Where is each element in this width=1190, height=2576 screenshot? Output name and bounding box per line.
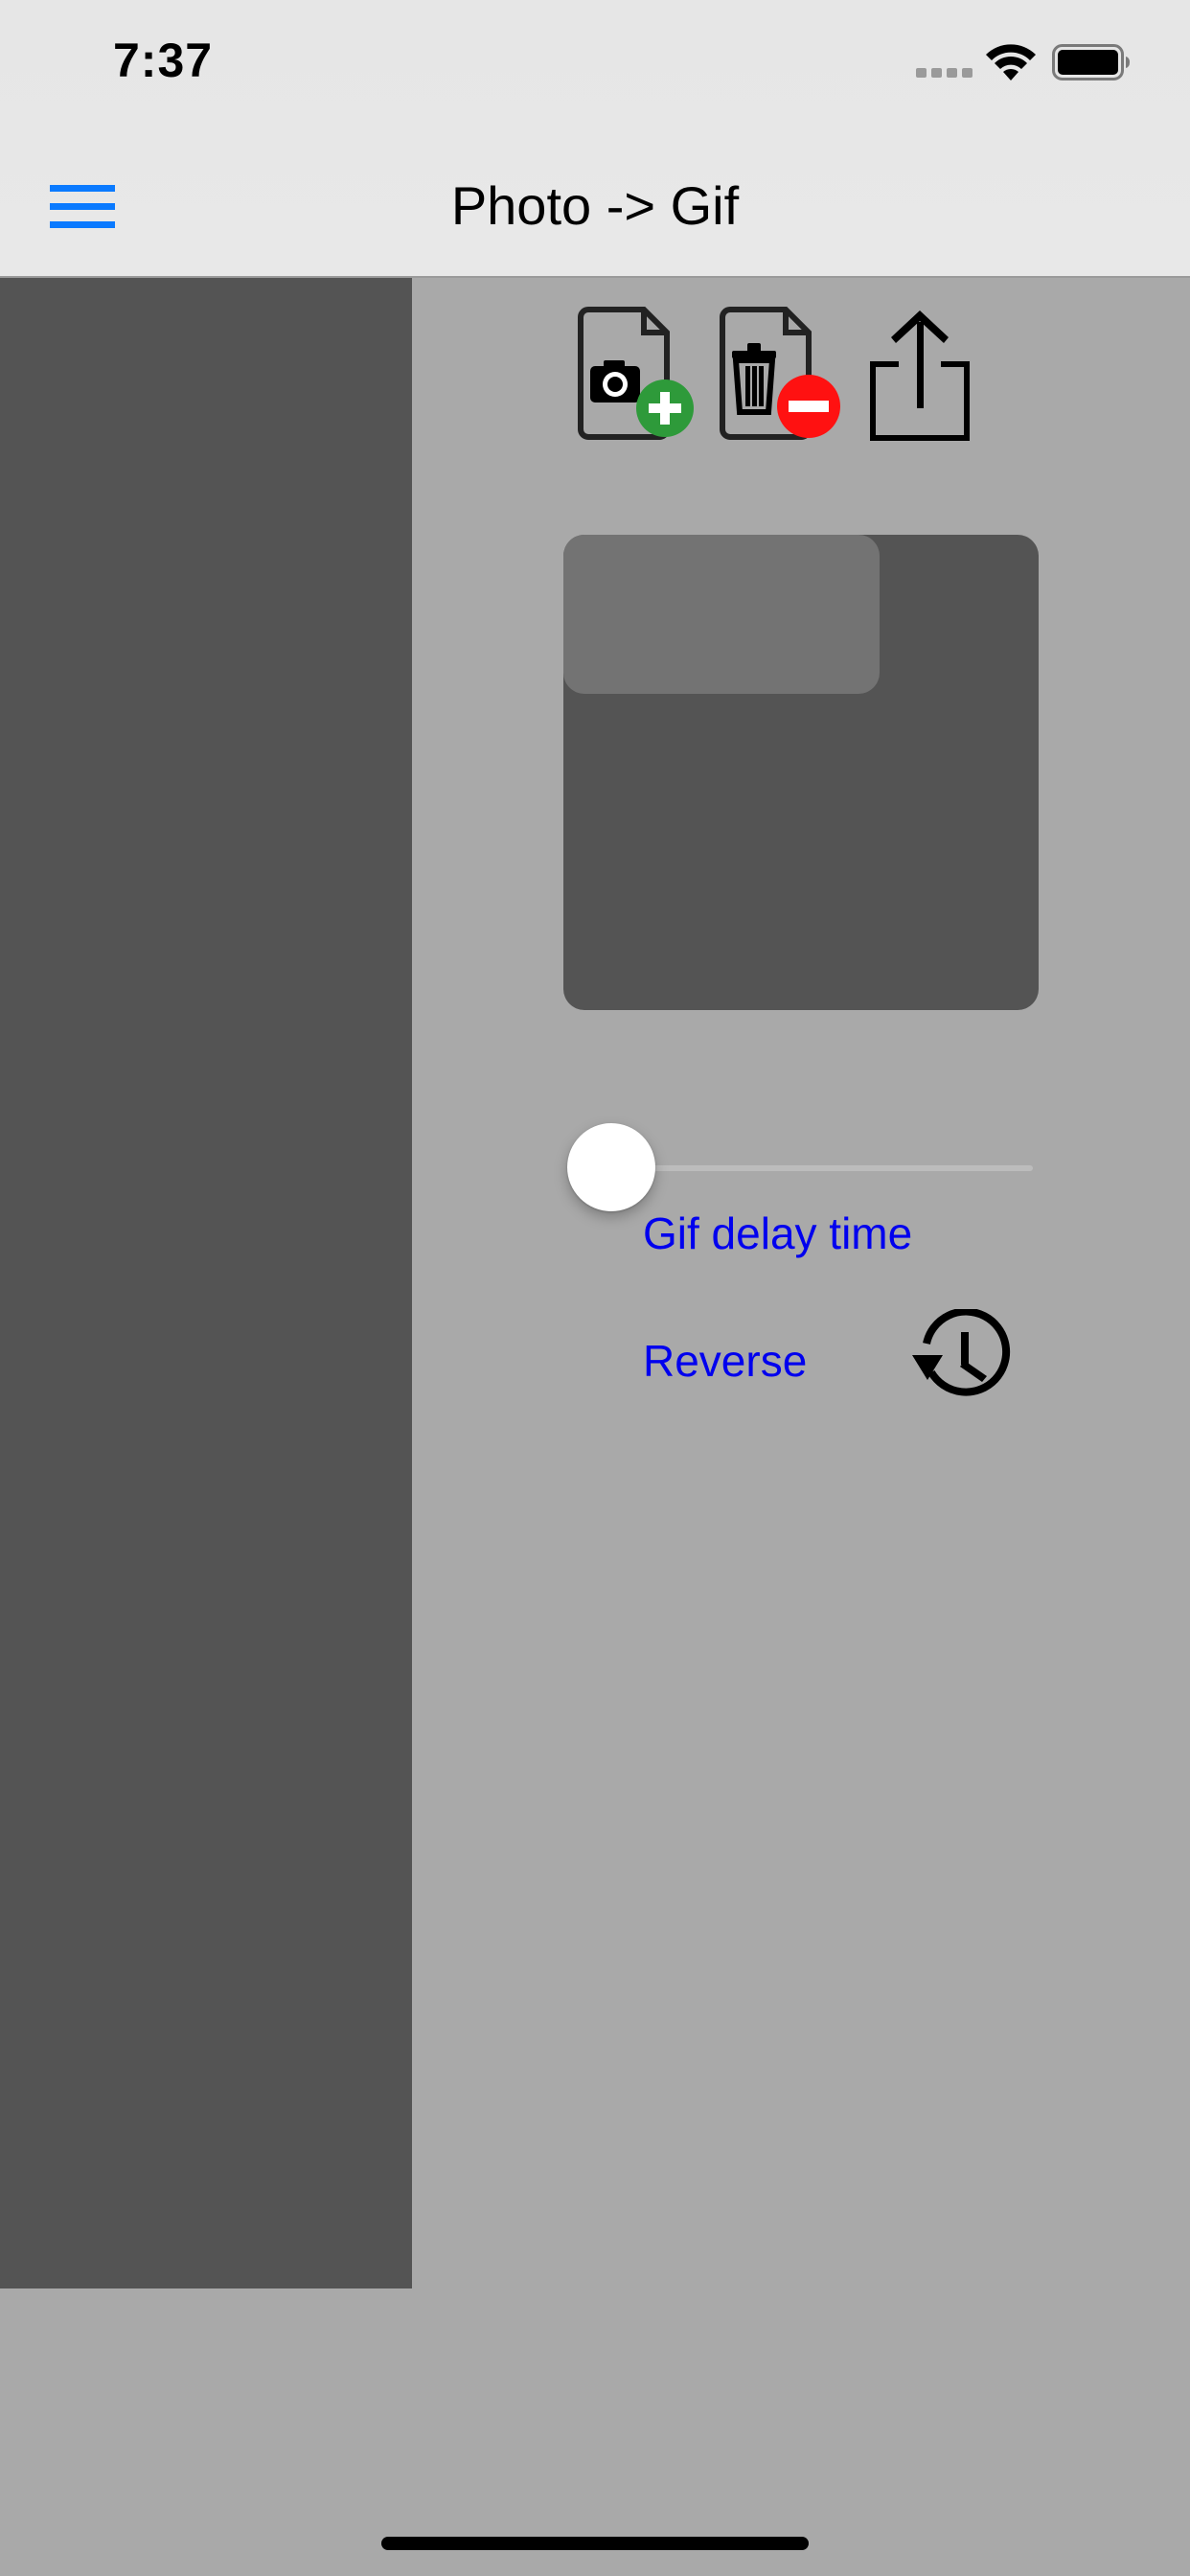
battery-icon (1052, 44, 1130, 80)
reverse-button[interactable]: Reverse (643, 1335, 807, 1387)
delete-photo-icon (720, 307, 840, 440)
navigation-header: 7:37 Photo -> Gif (0, 0, 1190, 278)
add-photo-icon (578, 307, 694, 440)
add-photo-button[interactable] (567, 307, 701, 441)
wifi-icon (986, 44, 1036, 80)
delete-photo-button[interactable] (711, 307, 845, 441)
status-time: 7:37 (113, 34, 214, 87)
history-icon[interactable] (910, 1309, 1012, 1411)
preview-thumbnail-placeholder (563, 535, 880, 694)
home-indicator (381, 2537, 809, 2550)
share-button[interactable] (870, 309, 970, 441)
page-title: Photo -> Gif (450, 175, 740, 236)
side-menu-panel (0, 278, 412, 2288)
gif-preview-area (563, 535, 1039, 1010)
share-icon (870, 310, 970, 441)
cellular-signal-icon (916, 68, 973, 78)
delay-slider-thumb[interactable] (567, 1123, 655, 1211)
gif-delay-time-label: Gif delay time (643, 1208, 913, 1258)
